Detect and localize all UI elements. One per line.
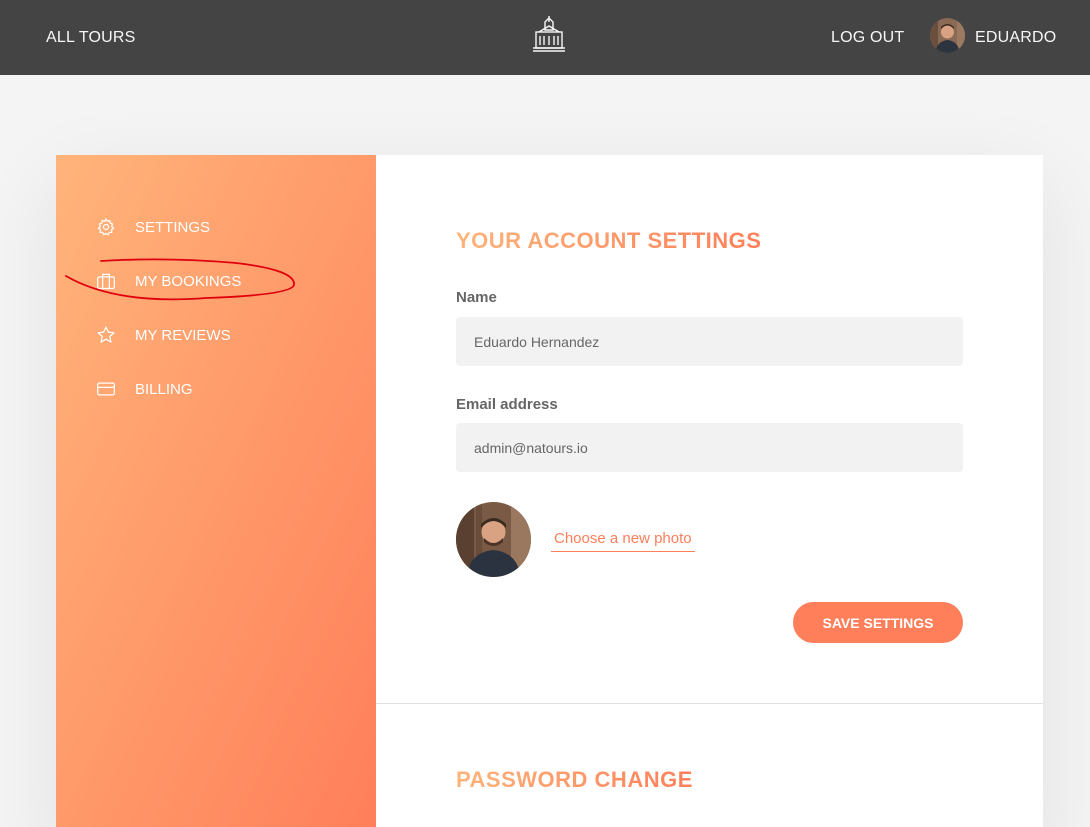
account-settings-title: YOUR ACCOUNT SETTINGS bbox=[456, 228, 762, 253]
name-field[interactable] bbox=[456, 317, 963, 366]
top-nav: ALL TOURS LOG OUT EDUARDO bbox=[0, 0, 1090, 75]
sidebar-item-label: BILLING bbox=[135, 380, 193, 398]
name-label: Name bbox=[456, 289, 497, 306]
choose-photo-link[interactable]: Choose a new photo bbox=[551, 528, 695, 552]
user-sidebar: SETTINGS MY BOOKINGS MY REVIEWS BILLING bbox=[56, 155, 376, 827]
credit-card-icon bbox=[96, 379, 116, 399]
sidebar-item-label: SETTINGS bbox=[135, 218, 211, 236]
email-label: Email address bbox=[456, 396, 558, 413]
logout-link[interactable]: LOG OUT bbox=[831, 0, 904, 75]
gear-icon bbox=[96, 217, 116, 237]
sidebar-item-billing[interactable]: BILLING bbox=[96, 375, 193, 403]
settings-content: YOUR ACCOUNT SETTINGS Name Email address… bbox=[376, 155, 1043, 827]
password-change-title: PASSWORD CHANGE bbox=[456, 767, 693, 792]
sidebar-item-label: MY REVIEWS bbox=[135, 326, 231, 344]
email-field[interactable] bbox=[456, 423, 963, 472]
user-photo bbox=[456, 502, 531, 577]
sidebar-item-my-bookings[interactable]: MY BOOKINGS bbox=[96, 267, 241, 295]
save-settings-button[interactable]: SAVE SETTINGS bbox=[793, 602, 963, 643]
user-name-link[interactable]: EDUARDO bbox=[975, 0, 1056, 75]
account-card: SETTINGS MY BOOKINGS MY REVIEWS BILLING … bbox=[56, 155, 1043, 827]
sidebar-item-my-reviews[interactable]: MY REVIEWS bbox=[96, 321, 231, 349]
star-icon bbox=[96, 325, 116, 345]
all-tours-link[interactable]: ALL TOURS bbox=[46, 0, 136, 75]
sidebar-item-label: MY BOOKINGS bbox=[135, 272, 242, 290]
natours-logo-icon[interactable] bbox=[530, 14, 568, 54]
user-avatar[interactable] bbox=[930, 18, 965, 53]
section-divider bbox=[376, 703, 1043, 704]
briefcase-icon bbox=[96, 271, 116, 291]
sidebar-item-settings[interactable]: SETTINGS bbox=[96, 213, 210, 241]
